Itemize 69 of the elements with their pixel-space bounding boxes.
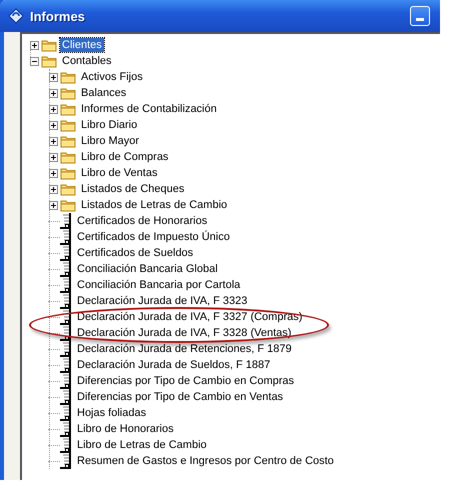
tree-item[interactable]: Certificados de Honorarios — [75, 214, 210, 228]
collapse-icon[interactable] — [30, 56, 39, 66]
report-icon — [60, 437, 72, 453]
tree-item[interactable]: Balances — [79, 86, 128, 100]
report-icon — [60, 309, 72, 325]
tree-item[interactable]: Libro de Honorarios — [75, 422, 176, 436]
tree-item[interactable]: Activos Fijos — [79, 70, 145, 84]
report-icon — [60, 405, 72, 421]
expand-icon[interactable] — [49, 200, 58, 210]
folder-icon — [60, 198, 76, 212]
expand-icon[interactable] — [49, 136, 58, 146]
tree-item[interactable]: Diferencias por Tipo de Cambio en Compras — [75, 374, 296, 388]
tree-item[interactable]: Libro Mayor — [79, 134, 142, 148]
expand-icon[interactable] — [49, 88, 58, 98]
report-icon — [60, 421, 72, 437]
folder-icon — [60, 118, 76, 132]
tree-item[interactable]: Libro Diario — [79, 118, 140, 132]
folder-icon — [60, 166, 76, 180]
expand-icon[interactable] — [49, 168, 58, 178]
tree-item[interactable]: Listados de Letras de Cambio — [79, 198, 230, 212]
tree-item[interactable]: Declaración Jurada de IVA, F 3327 (Compras) — [75, 310, 304, 324]
app-logo-icon — [8, 8, 24, 24]
report-icon — [60, 293, 72, 309]
folder-icon — [41, 54, 57, 68]
report-icon — [60, 373, 72, 389]
tree-item[interactable]: Declaración Jurada de Sueldos, F 1887 — [75, 358, 272, 372]
report-icon — [60, 213, 72, 229]
tree-item[interactable]: Hojas foliadas — [75, 406, 148, 420]
expand-icon[interactable] — [49, 104, 58, 114]
tree-item[interactable]: Certificados de Impuesto Único — [75, 230, 232, 244]
report-icon — [60, 341, 72, 357]
tree-item[interactable]: Libro de Compras — [79, 150, 170, 164]
tree-item[interactable]: Declaración Jurada de IVA, F 3323 — [75, 294, 250, 308]
window-title: Informes — [30, 8, 86, 24]
tree-item[interactable]: Listados de Cheques — [79, 182, 186, 196]
report-icon — [60, 245, 72, 261]
tree-item[interactable]: Declaración Jurada de IVA, F 3328 (Ventas) — [75, 326, 294, 340]
report-icon — [60, 389, 72, 405]
folder-icon — [60, 182, 76, 196]
tree-item[interactable]: Informes de Contabilización — [79, 102, 219, 116]
expand-icon[interactable] — [49, 152, 58, 162]
folder-icon — [41, 38, 57, 52]
report-icon — [60, 277, 72, 293]
folder-icon — [60, 134, 76, 148]
expand-icon[interactable] — [49, 120, 58, 130]
tree-item[interactable]: Conciliación Bancaria por Cartola — [75, 278, 242, 292]
tree-item[interactable]: Diferencias por Tipo de Cambio en Ventas — [75, 390, 286, 404]
minimize-icon — [416, 18, 424, 21]
tree-item[interactable]: Clientes — [60, 38, 104, 52]
folder-icon — [60, 150, 76, 164]
tree-item[interactable]: Contables — [60, 54, 114, 68]
expand-icon[interactable] — [49, 184, 58, 194]
folder-icon — [60, 86, 76, 100]
report-icon — [60, 357, 72, 373]
expand-icon[interactable] — [49, 72, 58, 82]
tree-item[interactable]: Conciliación Bancaria Global — [75, 262, 220, 276]
report-icon — [60, 261, 72, 277]
tree-item[interactable]: Certificados de Sueldos — [75, 246, 196, 260]
report-icon — [60, 325, 72, 341]
expand-icon[interactable] — [30, 40, 39, 50]
folder-icon — [60, 102, 76, 116]
report-icon — [60, 453, 72, 469]
tree-item[interactable]: Resumen de Gastos e Ingresos por Centro de Costo — [75, 454, 336, 468]
report-icon — [60, 229, 72, 245]
tree-item[interactable]: Libro de Letras de Cambio — [75, 438, 209, 452]
minimize-button[interactable] — [410, 6, 430, 26]
tree-item[interactable]: Declaración Jurada de Retenciones, F 1879 — [75, 342, 294, 356]
folder-icon — [60, 70, 76, 84]
tree-item[interactable]: Libro de Ventas — [79, 166, 160, 180]
